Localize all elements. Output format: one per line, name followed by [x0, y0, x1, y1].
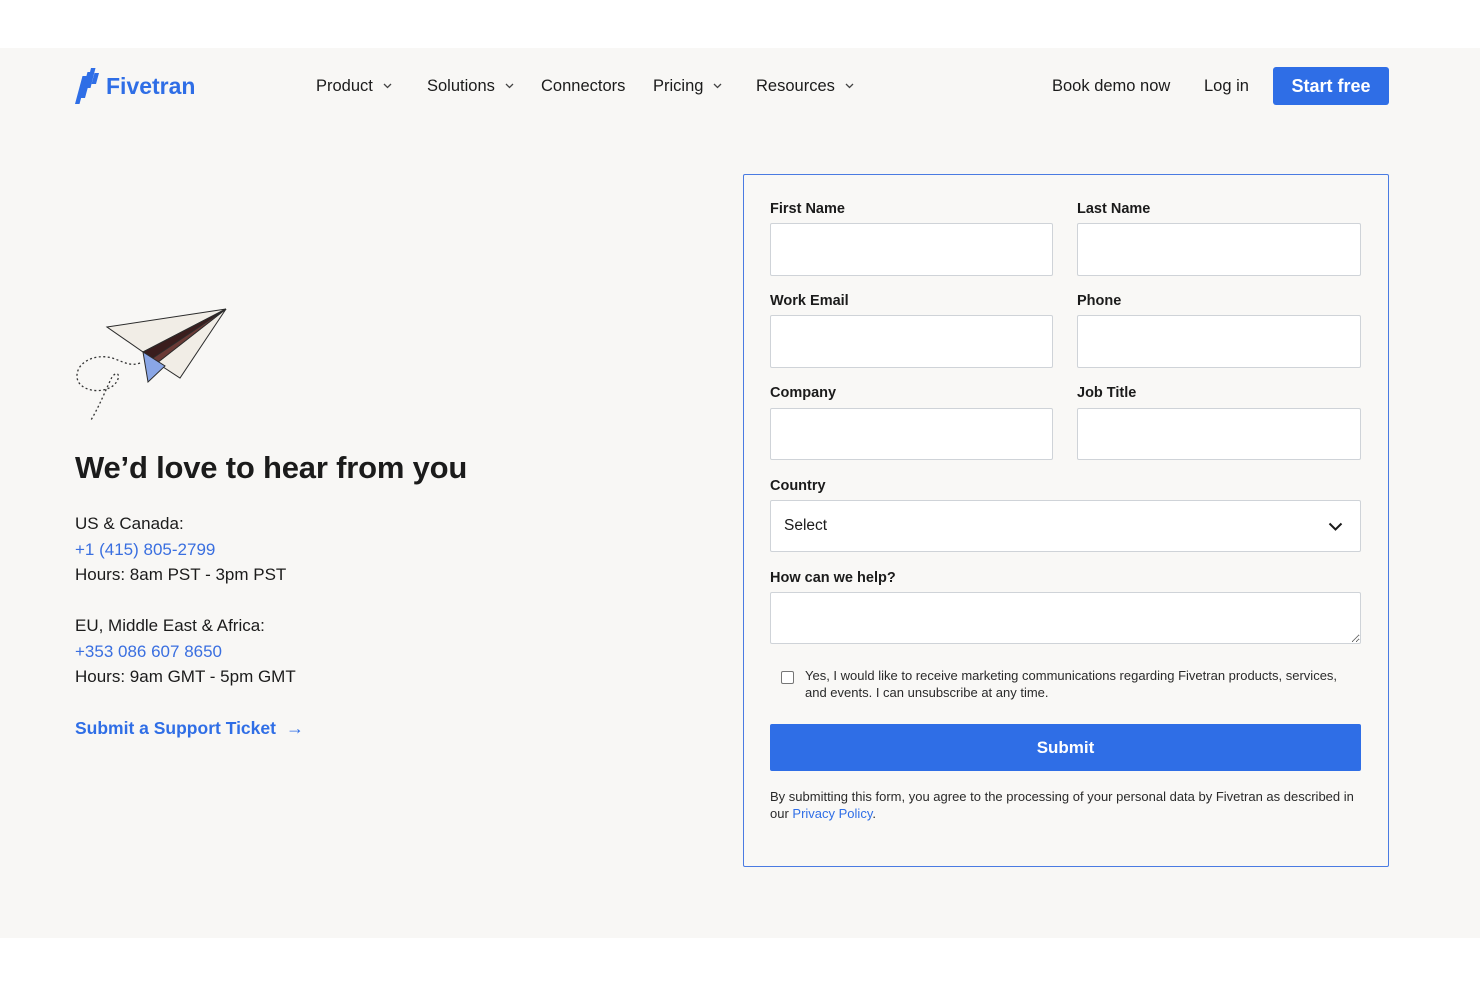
phone-link[interactable]: +353 086 607 8650: [75, 639, 296, 665]
marketing-consent-text: Yes, I would like to receive marketing c…: [805, 668, 1338, 700]
job-title-label: Job Title: [1077, 385, 1137, 401]
chevron-down-icon: [845, 83, 854, 89]
region-name: EU, Middle East & Africa:: [75, 616, 265, 635]
fivetran-logo[interactable]: Fivetran: [75, 67, 195, 105]
region-emea: EU, Middle East & Africa: +353 086 607 8…: [75, 613, 296, 690]
logo-text: Fivetran: [106, 73, 196, 99]
privacy-disclaimer: By submitting this form, you agree to th…: [770, 788, 1364, 822]
chevron-down-icon: [1328, 522, 1343, 531]
start-free-button[interactable]: Start free: [1273, 67, 1389, 105]
support-ticket-link[interactable]: Submit a Support Ticket →: [75, 716, 304, 740]
work-email-label: Work Email: [770, 293, 849, 309]
help-label: How can we help?: [770, 570, 896, 586]
region-us-canada: US & Canada: +1 (415) 805-2799 Hours: 8a…: [75, 511, 296, 588]
nav-pricing[interactable]: Pricing: [653, 76, 722, 96]
nav-label: Connectors: [541, 77, 626, 95]
contact-form: First Name Last Name Work Email Phone Co…: [743, 174, 1389, 867]
phone-label: Phone: [1077, 293, 1122, 309]
nav-label: Product: [316, 77, 373, 95]
company-input[interactable]: [770, 408, 1053, 460]
job-title-input[interactable]: [1077, 408, 1361, 460]
first-name-label: First Name: [770, 201, 845, 217]
marketing-consent-checkbox[interactable]: [781, 671, 794, 684]
last-name-input[interactable]: [1077, 223, 1361, 276]
phone-input[interactable]: [1077, 315, 1361, 368]
contact-info: US & Canada: +1 (415) 805-2799 Hours: 8a…: [75, 511, 296, 690]
nav-label: Solutions: [427, 77, 495, 95]
fivetran-logo-icon: [75, 68, 99, 104]
paper-airplane-icon: [76, 308, 227, 421]
work-email-input[interactable]: [770, 315, 1053, 368]
chevron-down-icon: [713, 83, 722, 89]
nav-label: Resources: [756, 77, 835, 95]
company-label: Company: [770, 385, 837, 401]
submit-button[interactable]: Submit: [770, 724, 1361, 771]
last-name-label: Last Name: [1077, 201, 1151, 217]
region-hours: Hours: 8am PST - 3pm PST: [75, 565, 287, 584]
nav-solutions[interactable]: Solutions: [427, 76, 514, 96]
country-label: Country: [770, 478, 826, 494]
support-ticket-label: Submit a Support Ticket: [75, 718, 276, 738]
nav-label: Pricing: [653, 77, 704, 95]
help-textarea[interactable]: [770, 592, 1361, 644]
nav-resources[interactable]: Resources: [756, 76, 854, 96]
region-hours: Hours: 9am GMT - 5pm GMT: [75, 667, 296, 686]
country-select-value: Select: [784, 517, 828, 534]
disclaimer-suffix: .: [872, 806, 876, 821]
phone-link[interactable]: +1 (415) 805-2799: [75, 537, 296, 563]
chevron-down-icon: [505, 83, 514, 89]
chevron-down-icon: [383, 83, 392, 89]
privacy-policy-link[interactable]: Privacy Policy: [792, 806, 872, 821]
login-link[interactable]: Log in: [1204, 76, 1249, 96]
start-free-label: Start free: [1291, 75, 1371, 96]
region-name: US & Canada:: [75, 514, 184, 533]
page-title: We’d love to hear from you: [75, 450, 468, 485]
book-demo-link[interactable]: Book demo now: [1052, 76, 1170, 96]
country-select[interactable]: Select: [770, 500, 1361, 552]
nav-connectors[interactable]: Connectors: [541, 76, 625, 96]
nav-product[interactable]: Product: [316, 76, 392, 96]
arrow-right-icon: →: [285, 718, 304, 738]
first-name-input[interactable]: [770, 223, 1053, 276]
